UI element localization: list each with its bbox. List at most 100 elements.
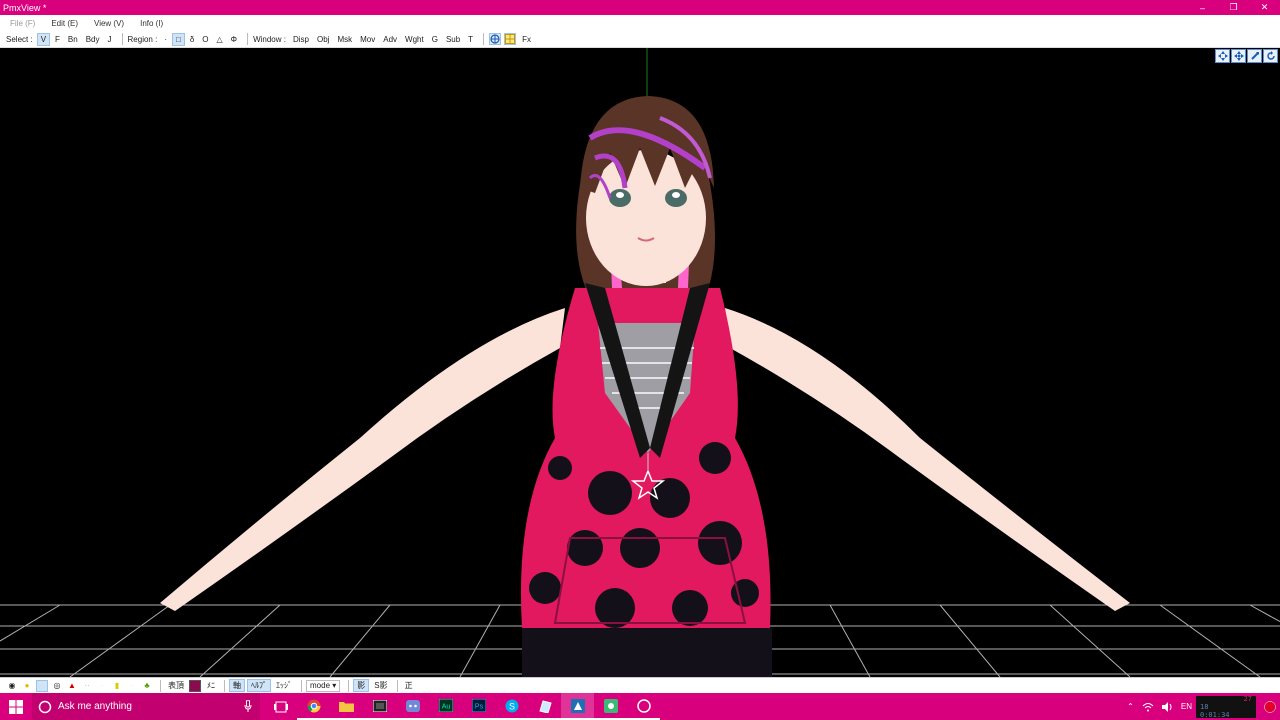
media-app-icon[interactable]: [363, 693, 396, 720]
menu-bar: File (F) Edit (E) View (V) Info (I): [0, 15, 1280, 31]
folder-icon[interactable]: [330, 693, 363, 720]
target-icon[interactable]: ◎: [51, 680, 63, 692]
shadow-button[interactable]: 影: [353, 679, 370, 692]
zoom-view-icon[interactable]: [1247, 49, 1262, 63]
window-msk-button[interactable]: Msk: [334, 34, 355, 45]
front-view-button[interactable]: 正: [402, 680, 416, 691]
bottom-toolbar: ◉ ● ◎ ▲ ·· · ▮ · ♣ 表頂 ﾒﾆ 軸 ﾍﾙﾌﾟ ｴｯｼﾞ mod…: [0, 677, 1280, 693]
light-dot-icon[interactable]: ·: [126, 680, 138, 692]
radio-icon[interactable]: ◉: [6, 680, 18, 692]
audition-icon[interactable]: Au: [429, 693, 462, 720]
chevron-down-icon: ▾: [332, 681, 337, 690]
menu-info[interactable]: Info (I): [130, 19, 169, 28]
select-face-button[interactable]: F: [52, 34, 63, 45]
window-label: Window :: [253, 34, 286, 44]
title-bar: PmxView * – ❐ ✕: [0, 0, 1280, 15]
bottom-divider: [224, 679, 225, 692]
window-sub-button[interactable]: Sub: [443, 34, 463, 45]
notes-app-icon[interactable]: [528, 693, 561, 720]
model-scene: [0, 48, 1280, 677]
yellow-circle-icon[interactable]: ●: [21, 680, 33, 692]
help-button[interactable]: ﾍﾙﾌﾟ: [247, 679, 271, 692]
window-adv-button[interactable]: Adv: [380, 34, 400, 45]
select-label: Select :: [6, 34, 33, 44]
main-toolbar: Select : V F Bn Bdy J Region : · □ δ O △…: [0, 31, 1280, 48]
select-body-button[interactable]: Bdy: [83, 34, 103, 45]
select-vertex-button[interactable]: V: [36, 32, 51, 46]
language-indicator[interactable]: EN: [1181, 702, 1192, 711]
toolbar-divider: [483, 33, 485, 45]
cortana-search[interactable]: Ask me anything: [32, 693, 260, 720]
region-circle-button[interactable]: O: [199, 34, 211, 45]
edge-button[interactable]: ｴｯｼﾞ: [273, 680, 295, 691]
tool-app-icon[interactable]: [594, 693, 627, 720]
discord-icon[interactable]: [396, 693, 429, 720]
3d-viewport[interactable]: [0, 48, 1280, 677]
record-app-icon[interactable]: [627, 693, 660, 720]
window-t-button[interactable]: T: [465, 34, 476, 45]
self-shadow-button[interactable]: S影: [371, 680, 390, 691]
speaker-icon[interactable]: [1161, 701, 1173, 712]
blank-square-icon[interactable]: [36, 679, 48, 692]
yellow-bar-icon[interactable]: ▮: [111, 680, 123, 692]
left-arm: [160, 308, 565, 611]
region-label: Region :: [127, 34, 158, 44]
green-mark-icon[interactable]: ♣: [141, 680, 153, 692]
region-lasso-button[interactable]: δ: [187, 34, 197, 45]
svg-text:Au: Au: [441, 704, 450, 711]
photoshop-icon[interactable]: Ps: [462, 693, 495, 720]
fx-button[interactable]: Fx: [519, 34, 534, 45]
move-view-icon[interactable]: [1215, 49, 1230, 63]
region-rect-button[interactable]: □: [171, 32, 185, 46]
right-arm: [725, 308, 1130, 611]
menu-file[interactable]: File (F): [0, 19, 41, 28]
task-view-icon[interactable]: [264, 693, 297, 720]
skype-icon[interactable]: S: [495, 693, 528, 720]
region-phi-button[interactable]: Φ: [228, 34, 240, 45]
window-wght-button[interactable]: Wght: [402, 34, 427, 45]
window-disp-button[interactable]: Disp: [290, 34, 312, 45]
window-mov-button[interactable]: Mov: [357, 34, 378, 45]
network-icon[interactable]: [1142, 702, 1154, 712]
faded-dot-icon[interactable]: ·: [96, 680, 108, 692]
menu-toggle-button[interactable]: ﾒﾆ: [204, 680, 218, 691]
menu-view[interactable]: View (V): [84, 19, 130, 28]
red-triangle-icon[interactable]: ▲: [66, 680, 78, 692]
select-bone-button[interactable]: Bn: [65, 34, 81, 45]
microphone-icon[interactable]: [244, 699, 252, 715]
clock-bottom: 0:01:34: [1200, 710, 1230, 719]
system-tray: ⌃ EN 27 18 0:01:34: [1123, 693, 1280, 720]
rotate-view-icon[interactable]: [1263, 49, 1278, 63]
toolbar-divider: [121, 33, 123, 45]
window-g-button[interactable]: G: [429, 34, 441, 45]
clock-mid: 18: [1200, 702, 1209, 711]
pmxview-app-icon[interactable]: [561, 693, 594, 720]
pan-view-icon[interactable]: [1231, 49, 1246, 63]
grid-icon[interactable]: [504, 33, 517, 45]
window-obj-button[interactable]: Obj: [314, 34, 332, 45]
window-title: PmxView *: [3, 2, 47, 13]
dash-icon[interactable]: ··: [81, 680, 93, 692]
minimize-button[interactable]: –: [1187, 0, 1218, 15]
search-placeholder: Ask me anything: [58, 701, 132, 712]
clock-top: 27: [1243, 694, 1252, 703]
close-button[interactable]: ✕: [1249, 0, 1280, 15]
record-indicator-icon[interactable]: [1264, 700, 1276, 713]
svg-text:Ps: Ps: [474, 704, 483, 711]
taskbar: Ask me anything Au Ps S ⌃ EN 27 18 0:01:…: [0, 693, 1280, 720]
surface-button[interactable]: 表頂: [165, 680, 187, 691]
axis-button[interactable]: 軸: [229, 679, 245, 692]
material-swatch-icon[interactable]: [189, 679, 201, 692]
chevron-up-icon[interactable]: ⌃: [1127, 702, 1134, 711]
chrome-icon[interactable]: [297, 693, 330, 720]
region-point-button[interactable]: ·: [161, 34, 170, 45]
menu-edit[interactable]: Edit (E): [41, 19, 84, 28]
restore-button[interactable]: ❐: [1218, 0, 1249, 15]
windows-start-icon[interactable]: [0, 693, 32, 720]
region-triangle-button[interactable]: △: [214, 34, 226, 45]
clock-widget[interactable]: 27 18 0:01:34: [1196, 694, 1256, 719]
globe-icon[interactable]: [489, 33, 502, 45]
toolbar-divider: [247, 33, 249, 45]
select-joint-button[interactable]: J: [105, 34, 115, 45]
mode-select[interactable]: mode ▾: [306, 679, 341, 692]
